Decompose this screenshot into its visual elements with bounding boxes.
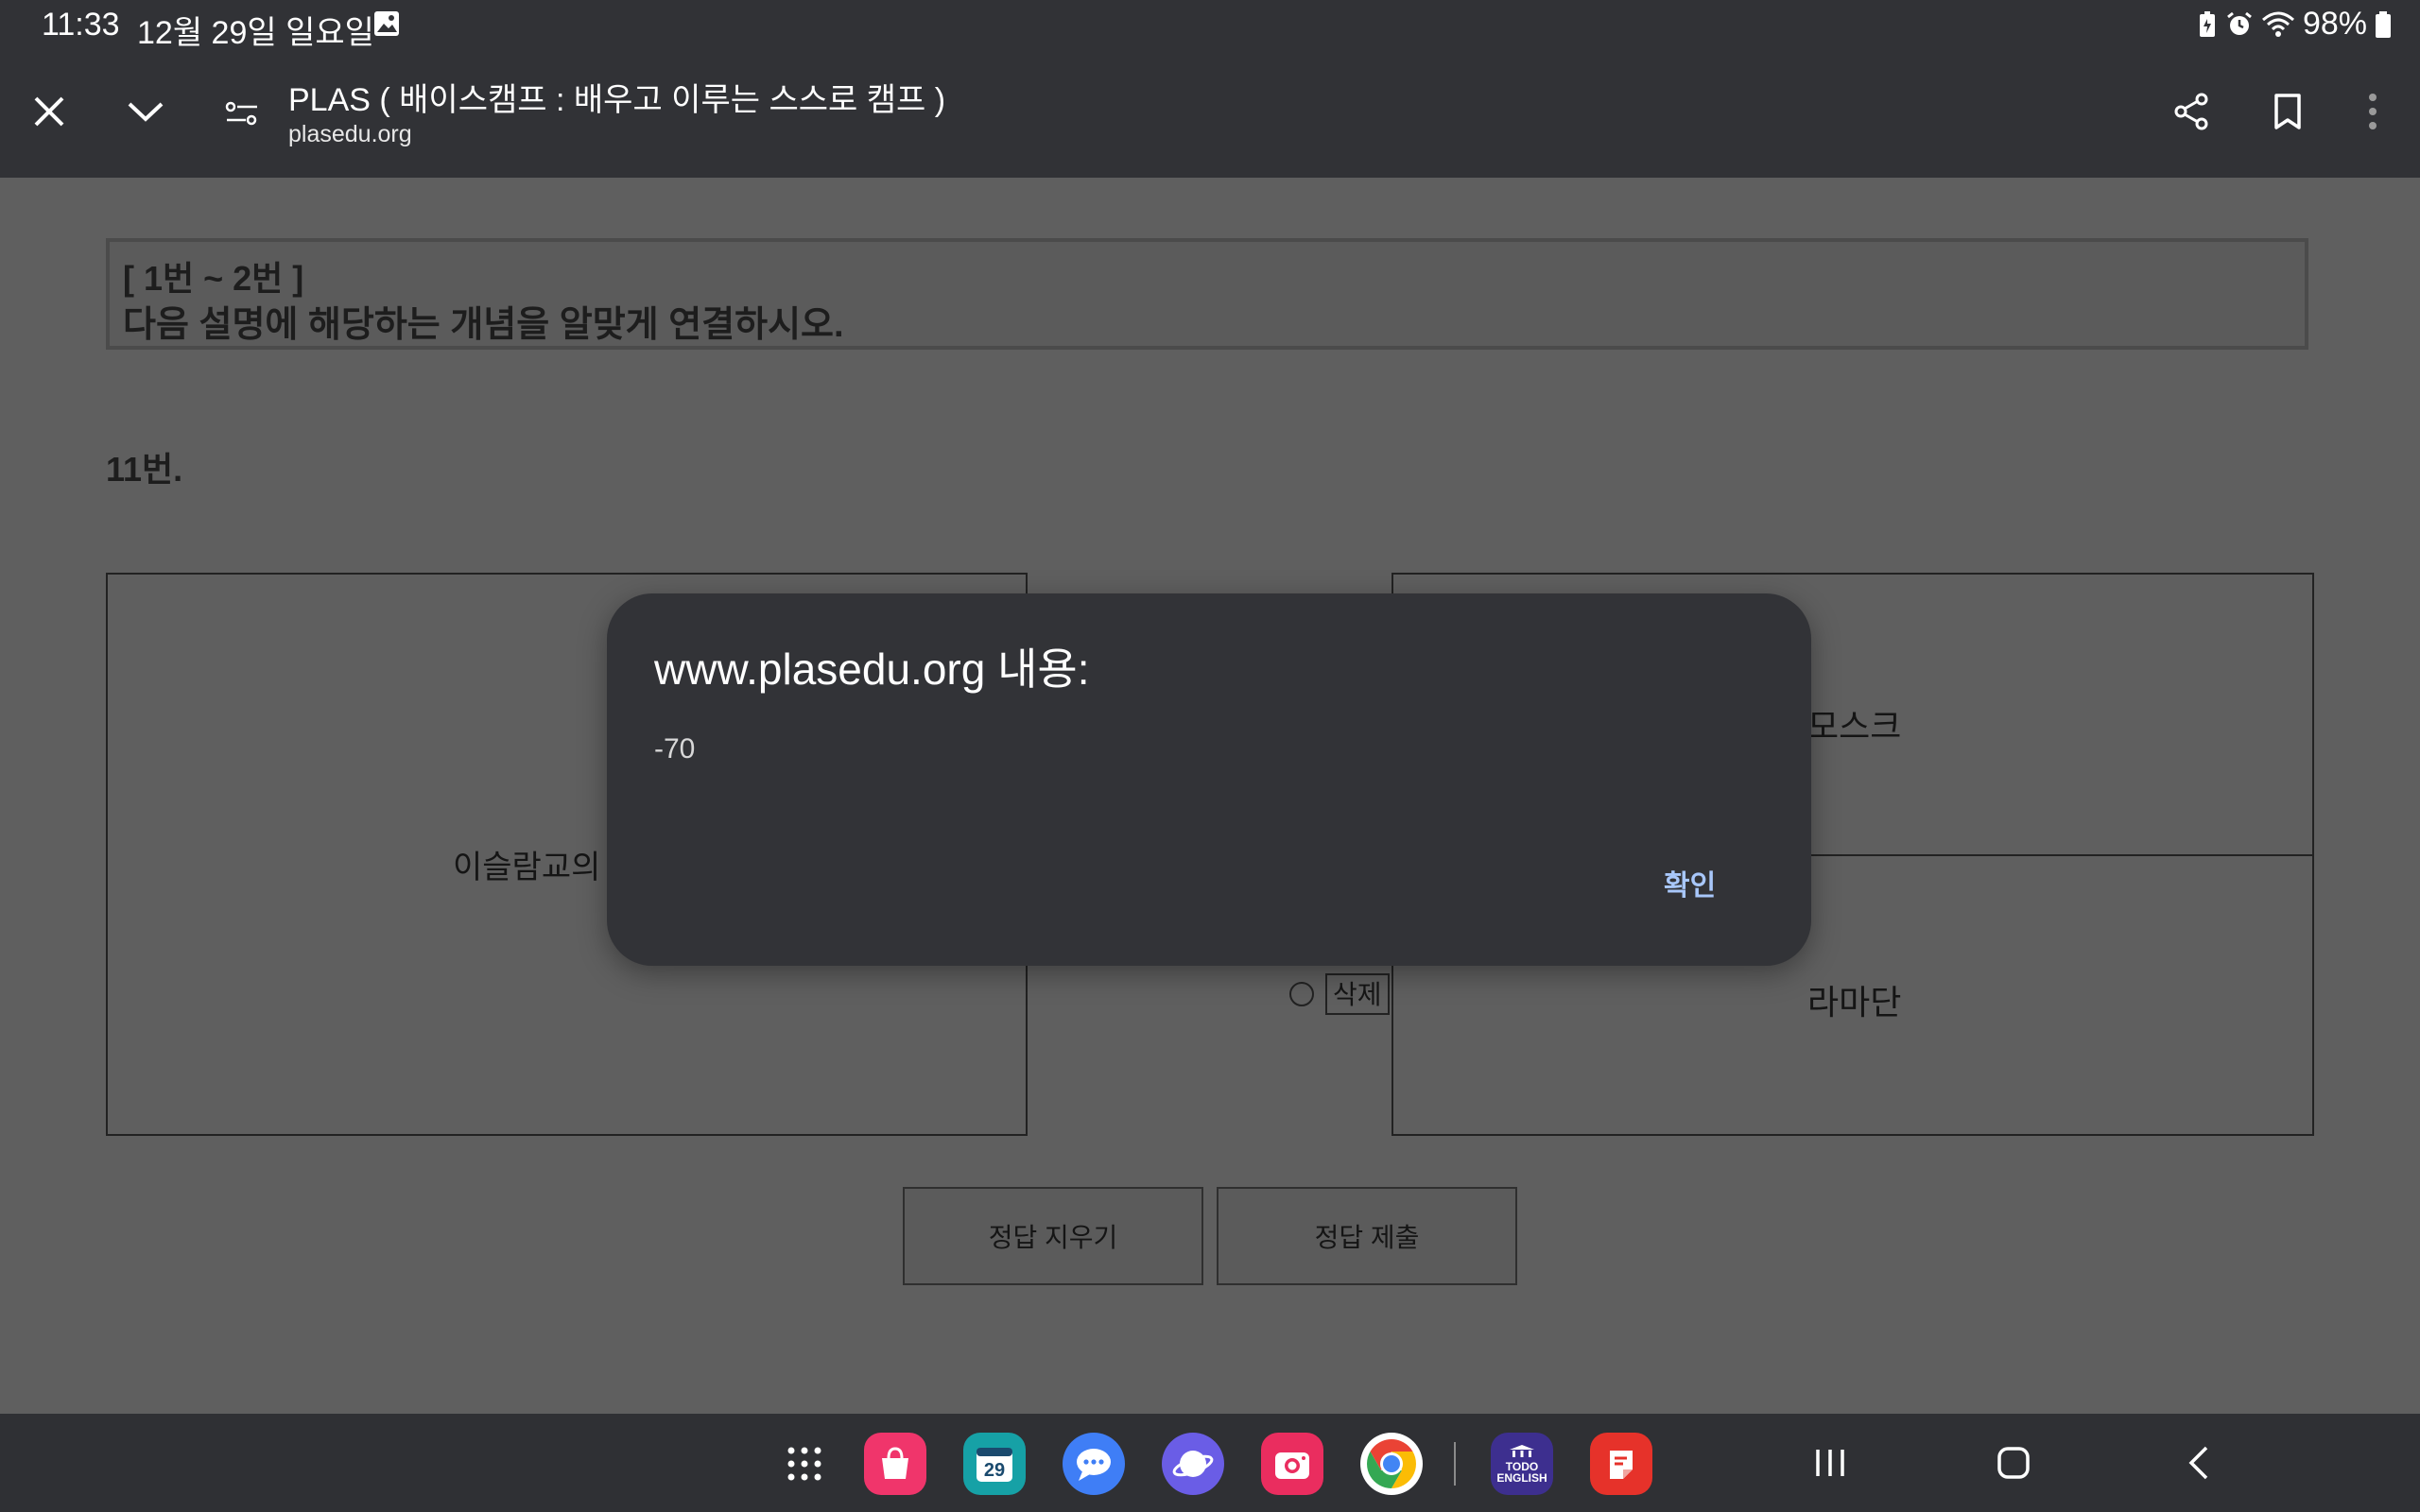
more-options-button[interactable] [2356,83,2390,140]
gallery-notification-icon [372,9,403,38]
clear-answer-label: 정답 지우기 [988,1223,1118,1252]
alert-dialog: www.plasedu.org 내용: -70 확인 [607,593,1811,966]
messages-app[interactable] [1063,1433,1125,1495]
recents-icon [1816,1450,1844,1476]
share-button[interactable] [2163,83,2220,140]
page-url[interactable]: plasedu.org [288,121,412,148]
calendar-icon: 29 [977,1448,1012,1482]
recent-apps-button[interactable] [1809,1436,1851,1489]
submit-answer-label: 정답 제출 [1314,1223,1420,1252]
calendar-day: 29 [984,1460,1005,1481]
bookmark-icon [2274,94,2301,129]
chevron-down-icon [128,102,164,122]
back-chevron-icon [2188,1446,2208,1480]
chrome-icon [1367,1439,1416,1488]
status-bar: 11:33 12월 29일 일요일 98% [0,0,2420,51]
instruction-text: 다음 설명에 해당하는 개념을 알맞게 연결하시오. [123,305,844,345]
right-option-ramadan[interactable]: 라마단 [1807,975,1901,1024]
note-icon [1610,1451,1633,1479]
home-icon [1997,1447,2030,1479]
more-vert-icon [2369,94,2377,129]
submit-answer-button[interactable]: 정답 제출 [1217,1187,1517,1285]
battery-percent: 98% [2302,6,2367,42]
left-item-text: 이슬람교의 [453,850,601,885]
todo-english-logo: TODO ENGLISH [1495,1444,1548,1484]
share-icon [2174,93,2208,130]
building-icon [1510,1445,1534,1457]
dialog-message: -70 [654,733,696,765]
instruction-range: [ 1번 ~ 2번 ] [123,259,304,298]
minimize-button[interactable] [117,83,174,140]
dialog-title: www.plasedu.org 내용: [654,644,1090,694]
chrome-app[interactable] [1360,1433,1423,1495]
camera-app[interactable] [1261,1433,1323,1495]
instruction-box: [ 1번 ~ 2번 ] 다음 설명에 해당하는 개념을 알맞게 연결하시오. [106,238,2308,350]
wifi-icon [2261,10,2295,39]
bookmark-button[interactable] [2259,83,2316,140]
app-drawer-button[interactable] [773,1433,836,1495]
delete-connection-button[interactable]: 삭제 [1325,973,1390,1015]
right-option-mosque[interactable]: 모스크 [1807,699,1901,748]
question-number: 11번. [106,450,183,489]
status-time: 11:33 [42,7,120,43]
clear-answer-button[interactable]: 정답 지우기 [903,1187,1203,1285]
chat-bubble-icon [1077,1449,1111,1481]
home-button[interactable] [1991,1436,2036,1489]
tune-icon [225,101,257,126]
status-right-icons: 98% [2197,6,2392,43]
todo-english-label: TODO ENGLISH [1496,1460,1547,1485]
battery-saver-icon [2197,10,2218,39]
close-icon [34,96,64,127]
status-date: 12월 29일 일요일 [137,15,374,51]
alarm-icon [2225,10,2254,39]
notes-app[interactable] [1590,1433,1652,1495]
dock-separator [1454,1442,1456,1486]
browser-toolbar: PLAS ( 배이스캠프 : 배우고 이루는 스스로 캠프 ) plasedu.… [0,49,2420,180]
back-button[interactable] [2178,1436,2220,1489]
planet-icon [1172,1451,1214,1477]
site-settings-button[interactable] [214,85,270,142]
navigation-bar: 29 TODO ENGLISH [0,1414,2420,1512]
close-tab-button[interactable] [21,83,78,140]
connection-radio[interactable] [1289,982,1314,1006]
calendar-app[interactable]: 29 [963,1433,1026,1495]
samsung-internet-app[interactable] [1162,1433,1224,1495]
camera-icon [1275,1452,1309,1479]
page-title: PLAS ( 배이스캠프 : 배우고 이루는 스스로 캠프 ) [288,82,946,118]
apps-grid-icon [787,1447,821,1481]
todo-english-app[interactable]: TODO ENGLISH [1491,1433,1553,1495]
shopping-bag-icon [882,1447,908,1479]
battery-icon [2375,10,2392,39]
dialog-ok-button[interactable]: 확인 [1664,862,1716,903]
galaxy-store-app[interactable] [864,1433,926,1495]
